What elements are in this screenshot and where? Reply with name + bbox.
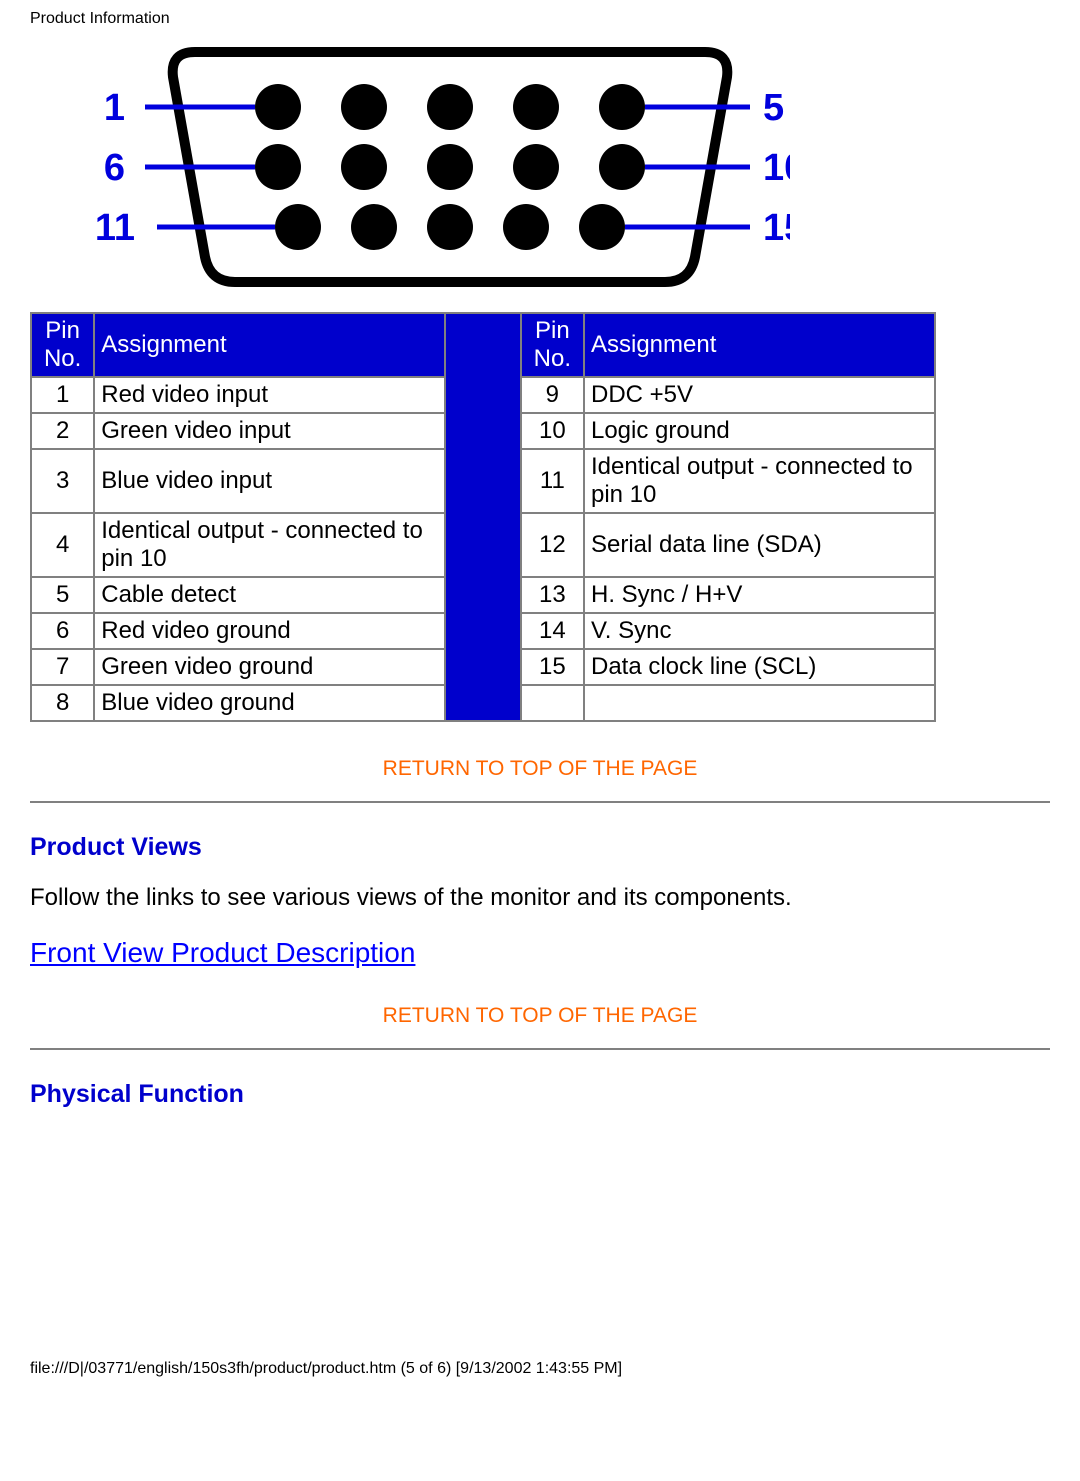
page-header: Product Information — [0, 0, 1080, 32]
svg-text:5: 5 — [763, 87, 784, 129]
svg-text:1: 1 — [104, 87, 125, 129]
footer-path: file:///D|/03771/english/150s3fh/product… — [0, 1360, 652, 1393]
divider — [30, 1048, 1050, 1050]
product-views-heading: Product Views — [30, 833, 1050, 862]
col-assignment-right: Assignment — [584, 313, 935, 377]
svg-text:6: 6 — [104, 147, 125, 189]
col-pin-no-right: Pin No. — [521, 313, 584, 377]
svg-text:10: 10 — [763, 147, 790, 189]
physical-function-heading: Physical Function — [30, 1080, 1050, 1109]
col-assignment-left: Assignment — [94, 313, 445, 377]
divider — [30, 801, 1050, 803]
product-views-body: Follow the links to see various views of… — [30, 884, 1050, 912]
return-to-top-link[interactable]: RETURN TO TOP OF THE PAGE — [383, 1004, 698, 1027]
col-pin-no-left: Pin No. — [31, 313, 94, 377]
svg-text:15: 15 — [763, 207, 790, 249]
return-to-top-link[interactable]: RETURN TO TOP OF THE PAGE — [383, 757, 698, 780]
connector-diagram: 1 6 11 5 10 15 — [30, 32, 1050, 297]
svg-text:11: 11 — [95, 207, 135, 249]
front-view-link[interactable]: Front View Product Description — [30, 937, 1050, 969]
table-spacer — [445, 313, 521, 721]
pin-assignment-table: Pin No. Assignment Pin No. Assignment 1 … — [30, 312, 936, 722]
